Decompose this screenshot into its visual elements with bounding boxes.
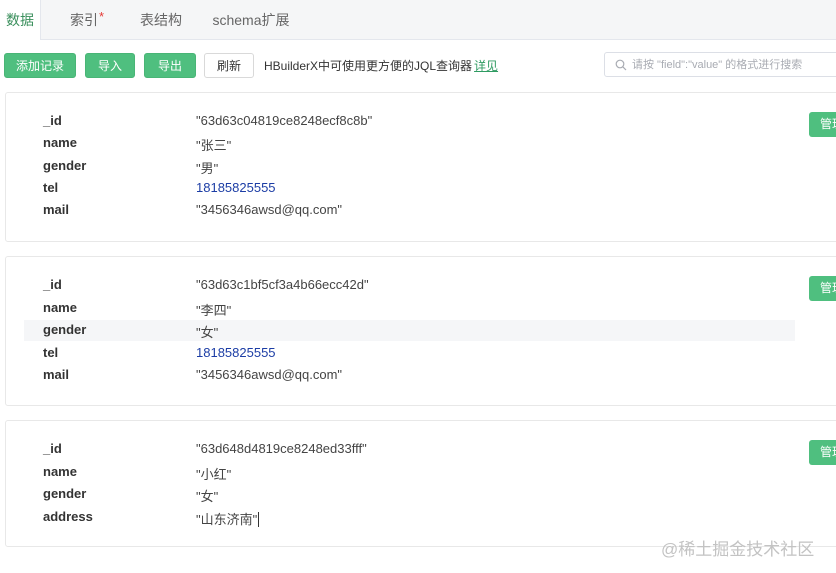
tab-index[interactable]: 索引*	[60, 0, 114, 39]
field-value: "63d63c1bf5cf3a4b66ecc42d"	[196, 277, 369, 292]
field-value: "3456346awsd@qq.com"	[196, 367, 343, 382]
field-value: 18185825555	[196, 345, 276, 360]
field-row: gender "男"	[24, 156, 795, 177]
field-value: "女"	[196, 489, 219, 504]
tab-schema-label: 表结构	[140, 12, 182, 28]
field-value: "63d648d4819ce8248ed33fff"	[196, 441, 367, 456]
watermark: @稀土掘金技术社区	[661, 540, 815, 559]
field-row: name "李四"	[24, 298, 795, 319]
field-key: _id	[43, 277, 62, 292]
field-key: address	[43, 509, 93, 524]
add-record-button[interactable]: 添加记录	[4, 53, 76, 78]
field-key: name	[43, 135, 77, 150]
tab-schema-ext[interactable]: schema扩展	[208, 0, 294, 39]
field-key: gender	[43, 158, 87, 173]
field-key: tel	[43, 345, 59, 360]
field-key: tel	[43, 180, 59, 195]
field-row: tel 18185825555	[24, 178, 795, 199]
field-row: mail "3456346awsd@qq.com"	[24, 365, 795, 386]
field-row-hovered: gender "女"	[24, 320, 795, 341]
field-value: "李四"	[196, 303, 232, 318]
field-row: address "山东济南"	[24, 507, 795, 528]
jql-tip-text: HBuilderX中可使用更方便的JQL查询器	[264, 59, 473, 73]
tab-data[interactable]: 数据	[0, 0, 41, 40]
tab-bar: 数据 索引* 表结构 schema扩展	[0, 0, 836, 40]
record-card: _id "63d63c1bf5cf3a4b66ecc42d" name "李四" g…	[5, 256, 836, 406]
field-row: mail "3456346awsd@qq.com"	[24, 200, 795, 221]
search-icon	[615, 59, 627, 71]
field-row: name "小红"	[24, 462, 795, 483]
field-row: tel 18185825555	[24, 343, 795, 364]
field-key: mail	[43, 202, 70, 217]
field-value: "3456346awsd@qq.com"	[196, 202, 343, 217]
record-card: _id "63d648d4819ce8248ed33fff" name "小红" g…	[5, 420, 836, 547]
field-value-text: "山东济南"	[196, 512, 258, 527]
tab-index-label: 索引	[69, 12, 98, 28]
field-key: mail	[43, 367, 70, 382]
import-button[interactable]: 导入	[85, 53, 135, 78]
field-row: _id "63d648d4819ce8248ed33fff"	[24, 439, 795, 460]
field-key: _id	[43, 441, 62, 456]
field-key: name	[43, 464, 77, 479]
tab-data-label: 数据	[6, 12, 34, 28]
refresh-button[interactable]: 刷新	[204, 53, 254, 78]
manage-button[interactable]: 管理	[809, 276, 836, 301]
field-key: gender	[43, 486, 87, 501]
tab-schema-ext-label: schema扩展	[212, 12, 290, 28]
field-row: _id "63d63c04819ce8248ecf8c8b"	[24, 111, 795, 132]
search-box	[604, 52, 836, 77]
field-key: gender	[43, 322, 87, 337]
field-value: "63d63c04819ce8248ecf8c8b"	[196, 113, 373, 128]
field-value: 18185825555	[196, 180, 276, 195]
field-row: name "张三"	[24, 133, 795, 154]
jql-tip: HBuilderX中可使用更方便的JQL查询器 详见	[264, 57, 498, 74]
field-value: "女"	[196, 325, 219, 340]
search-input[interactable]	[632, 55, 832, 74]
tab-schema[interactable]: 表结构	[134, 0, 188, 39]
unsaved-marker: *	[98, 9, 105, 24]
record-card: _id "63d63c04819ce8248ecf8c8b" name "张三" g…	[5, 92, 836, 242]
field-value-editing[interactable]: "山东济南"	[196, 509, 260, 528]
manage-button[interactable]: 管理	[809, 112, 836, 137]
export-button[interactable]: 导出	[144, 53, 196, 78]
field-row: _id "63d63c1bf5cf3a4b66ecc42d"	[24, 275, 795, 296]
field-row: gender "女"	[24, 484, 795, 505]
field-value: "小红"	[196, 467, 232, 482]
field-key: _id	[43, 113, 62, 128]
field-key: name	[43, 300, 77, 315]
text-caret	[258, 512, 260, 527]
field-value: "张三"	[196, 138, 232, 153]
manage-button[interactable]: 管理	[809, 440, 836, 465]
field-value: "男"	[196, 161, 219, 176]
details-link[interactable]: 详见	[474, 59, 498, 73]
